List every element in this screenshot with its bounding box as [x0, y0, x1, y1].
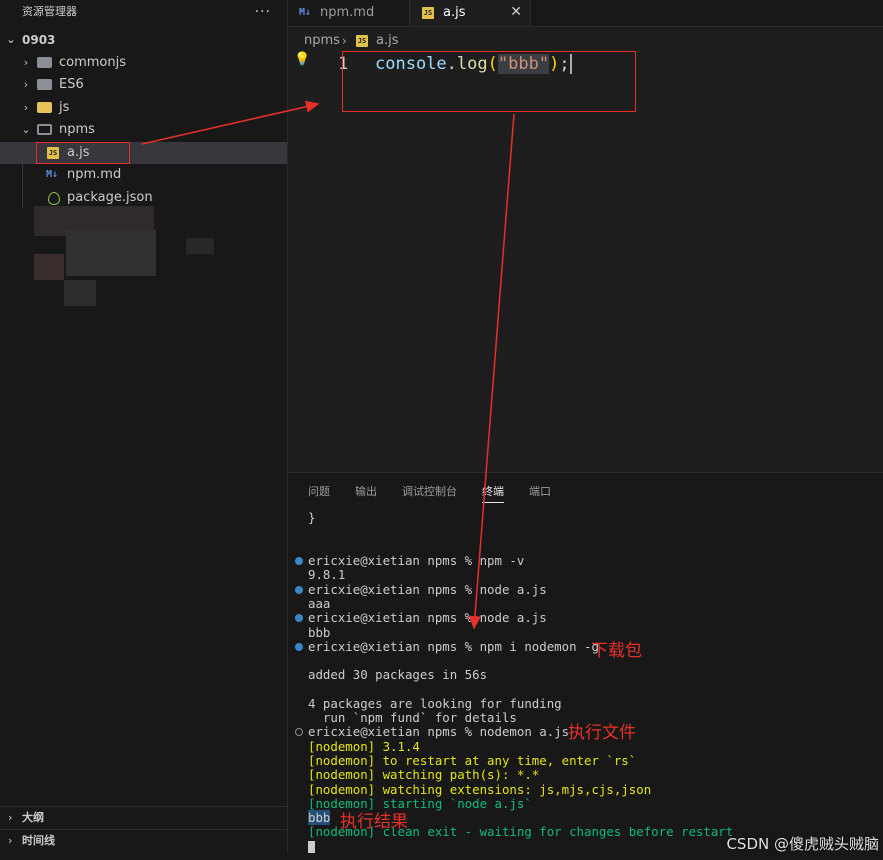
annotation-arrows — [141, 100, 515, 630]
watermark: CSDN @傻虎贼头贼脑 — [726, 835, 879, 853]
arrow-file-to-code — [141, 100, 320, 145]
arrow-code-to-terminal — [468, 113, 515, 630]
